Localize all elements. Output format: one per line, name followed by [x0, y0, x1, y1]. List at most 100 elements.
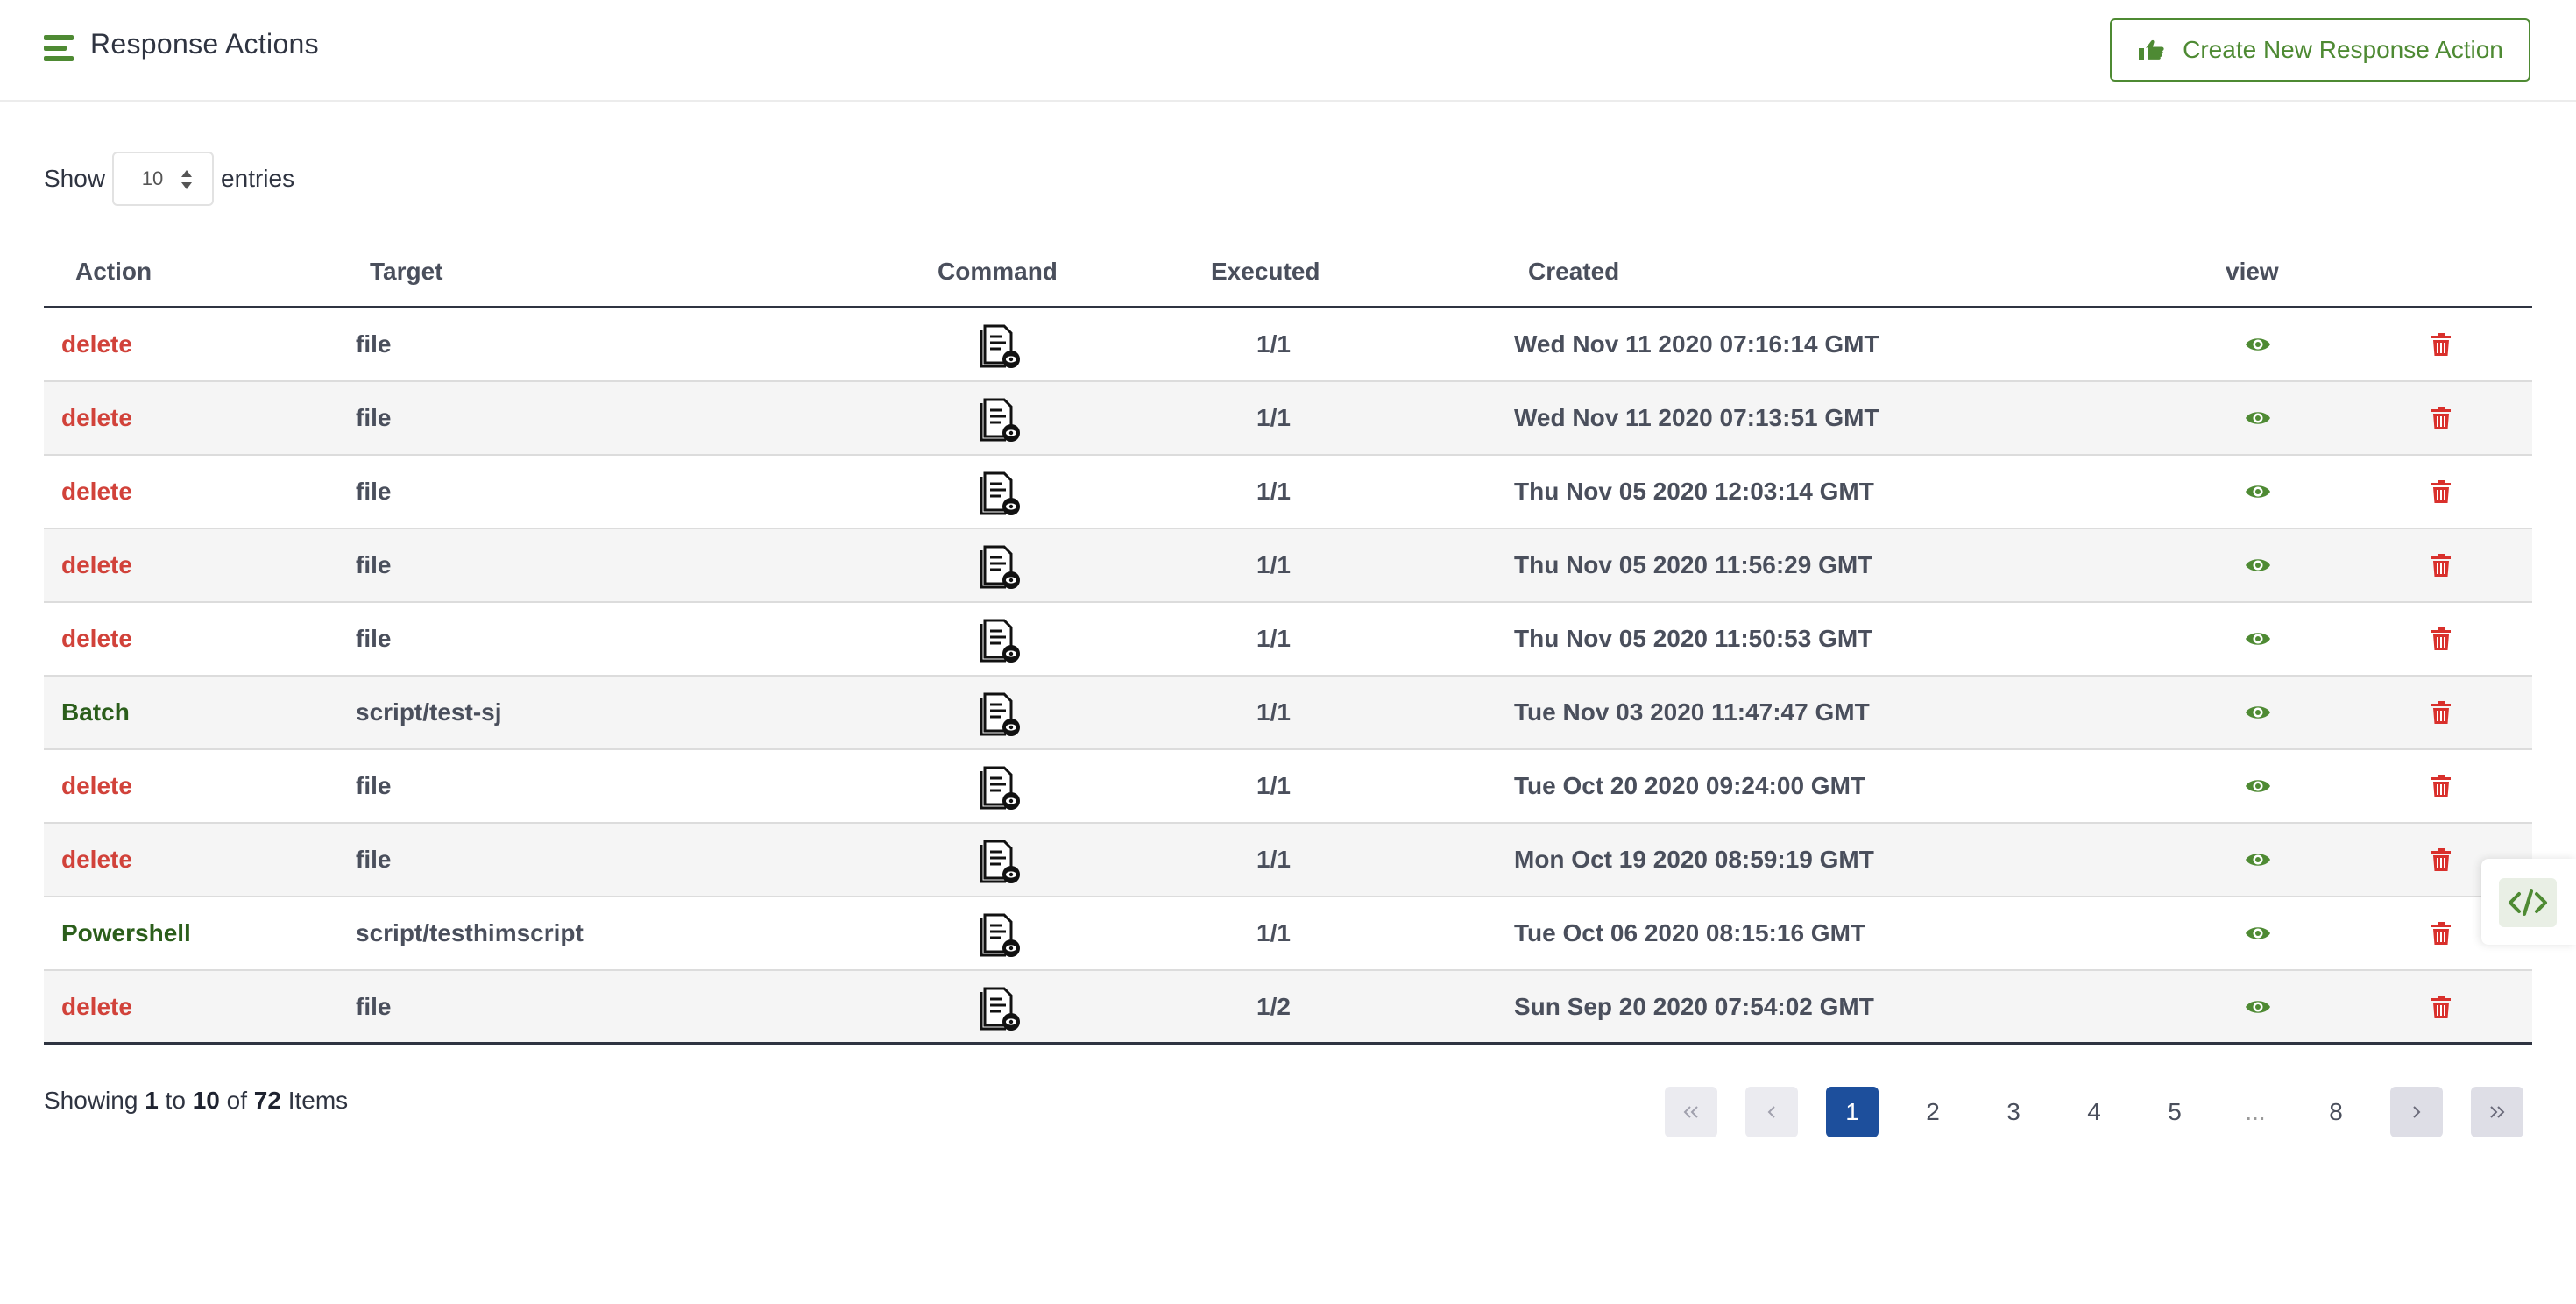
row-created: Wed Nov 11 2020 07:16:14 GMT — [1514, 330, 1879, 358]
command-document-eye-icon[interactable] — [980, 396, 1022, 443]
eye-icon[interactable] — [2245, 408, 2271, 428]
table-row: delete file 1/1 Thu Nov 05 2020 11:56:29 G… — [44, 529, 2532, 603]
trash-icon[interactable] — [2431, 627, 2451, 650]
table-row: delete file 1/1 Thu Nov 05 2020 11:50:53 G… — [44, 603, 2532, 677]
table-row: Powershell script/testhimscript 1/1 Tue Oc… — [44, 897, 2532, 971]
row-executed: 1/1 — [1256, 772, 1291, 799]
trash-icon[interactable] — [2431, 480, 2451, 503]
trash-icon[interactable] — [2431, 333, 2451, 356]
row-created: Tue Oct 06 2020 08:15:16 GMT — [1514, 919, 1865, 946]
eye-icon[interactable] — [2245, 335, 2271, 354]
column-header-command[interactable]: Command — [938, 258, 1058, 286]
row-action: delete — [61, 846, 132, 873]
eye-icon[interactable] — [2245, 556, 2271, 575]
next-page-icon — [2413, 1106, 2421, 1118]
column-header-view: view — [2226, 258, 2279, 285]
command-document-eye-icon[interactable] — [980, 470, 1022, 517]
eye-icon[interactable] — [2245, 776, 2271, 796]
hamburger-icon[interactable] — [44, 35, 74, 61]
row-target: file — [356, 772, 392, 799]
row-action: delete — [61, 404, 132, 431]
next-page-button[interactable] — [2390, 1087, 2443, 1137]
command-document-eye-icon[interactable] — [980, 985, 1022, 1032]
row-target: file — [356, 551, 392, 578]
command-document-eye-icon[interactable] — [980, 911, 1022, 959]
row-target: file — [356, 404, 392, 431]
response-actions-table: Action Target Command Executed Created v… — [44, 240, 2532, 1045]
page-button-2[interactable]: 2 — [1907, 1087, 1959, 1137]
page-title: Response Actions — [90, 28, 319, 60]
row-target: file — [356, 846, 392, 873]
show-label: Show — [44, 165, 106, 192]
row-executed: 1/1 — [1256, 625, 1291, 652]
column-header-created[interactable]: Created — [1528, 258, 1619, 286]
page-button-8[interactable]: 8 — [2310, 1087, 2362, 1137]
row-created: Wed Nov 11 2020 07:13:51 GMT — [1514, 404, 1879, 431]
row-created: Thu Nov 05 2020 12:03:14 GMT — [1514, 478, 1874, 505]
last-page-button[interactable] — [2471, 1087, 2523, 1137]
trash-icon[interactable] — [2431, 848, 2451, 871]
row-target: script/testhimscript — [356, 919, 584, 946]
table-row: delete file 1/1 Mon Oct 19 2020 08:59:19 G… — [44, 824, 2532, 897]
table-row: delete file 1/1 Wed Nov 11 2020 07:13:51 G… — [44, 382, 2532, 456]
command-document-eye-icon[interactable] — [980, 322, 1022, 370]
trash-icon[interactable] — [2431, 554, 2451, 577]
row-executed: 1/2 — [1256, 993, 1291, 1020]
row-action: Powershell — [61, 919, 191, 946]
column-header-action[interactable]: Action — [75, 258, 152, 286]
command-document-eye-icon[interactable] — [980, 838, 1022, 885]
command-document-eye-icon[interactable] — [980, 543, 1022, 591]
table-body: delete file 1/1 Wed Nov 11 2020 07:16:14 G… — [44, 308, 2532, 1045]
table-row: delete file 1/1 Thu Nov 05 2020 12:03:14 G… — [44, 456, 2532, 529]
command-document-eye-icon[interactable] — [980, 617, 1022, 664]
side-dev-widget — [2481, 859, 2576, 945]
row-executed: 1/1 — [1256, 478, 1291, 505]
eye-icon[interactable] — [2245, 997, 2271, 1017]
hand-pointer-icon — [2139, 39, 2164, 60]
row-created: Thu Nov 05 2020 11:56:29 GMT — [1514, 551, 1873, 578]
entries-control: Show 10 entries — [44, 152, 294, 206]
page-button-1[interactable]: 1 — [1826, 1087, 1879, 1137]
row-action: Batch — [61, 698, 130, 726]
eye-icon[interactable] — [2245, 703, 2271, 722]
entries-per-page-select[interactable]: 10 — [112, 152, 215, 206]
trash-icon[interactable] — [2431, 922, 2451, 945]
create-response-action-button[interactable]: Create New Response Action — [2110, 18, 2530, 82]
command-document-eye-icon[interactable] — [980, 764, 1022, 811]
eye-icon[interactable] — [2245, 850, 2271, 869]
entries-value: 10 — [141, 167, 164, 189]
eye-icon[interactable] — [2245, 924, 2271, 943]
row-action: delete — [61, 772, 132, 799]
eye-icon[interactable] — [2245, 629, 2271, 648]
column-header-target[interactable]: Target — [370, 258, 443, 286]
prev-page-icon — [1767, 1106, 1775, 1118]
page-header: Response Actions Create New Response Act… — [0, 0, 2576, 102]
row-action: delete — [61, 551, 132, 578]
pagination: 1 2 3 4 5 ... 8 — [0, 1087, 2576, 1139]
row-executed: 1/1 — [1256, 404, 1291, 431]
row-executed: 1/1 — [1256, 330, 1291, 358]
table-row: delete file 1/2 Sun Sep 20 2020 07:54:02 G… — [44, 971, 2532, 1045]
trash-icon[interactable] — [2431, 775, 2451, 797]
page-button-4[interactable]: 4 — [2068, 1087, 2120, 1137]
first-page-button[interactable] — [1665, 1087, 1717, 1137]
page-button-5[interactable]: 5 — [2148, 1087, 2201, 1137]
column-header-executed[interactable]: Executed — [1211, 258, 1320, 286]
table-row: delete file 1/1 Wed Nov 11 2020 07:16:14 G… — [44, 308, 2532, 382]
page-button-3[interactable]: 3 — [1987, 1087, 2040, 1137]
table-header: Action Target Command Executed Created v… — [44, 240, 2532, 308]
row-action: delete — [61, 625, 132, 652]
page: Response Actions Create New Response Act… — [0, 0, 2576, 1304]
trash-icon[interactable] — [2431, 407, 2451, 429]
row-executed: 1/1 — [1256, 846, 1291, 873]
select-arrows-icon — [181, 170, 193, 189]
eye-icon[interactable] — [2245, 482, 2271, 501]
prev-page-button[interactable] — [1745, 1087, 1798, 1137]
trash-icon[interactable] — [2431, 996, 2451, 1018]
code-widget-button[interactable] — [2499, 878, 2557, 927]
trash-icon[interactable] — [2431, 701, 2451, 724]
table-row: Batch script/test-sj 1/1 Tue Nov 03 2020 1… — [44, 677, 2532, 750]
row-target: script/test-sj — [356, 698, 502, 726]
command-document-eye-icon[interactable] — [980, 691, 1022, 738]
row-target: file — [356, 625, 392, 652]
